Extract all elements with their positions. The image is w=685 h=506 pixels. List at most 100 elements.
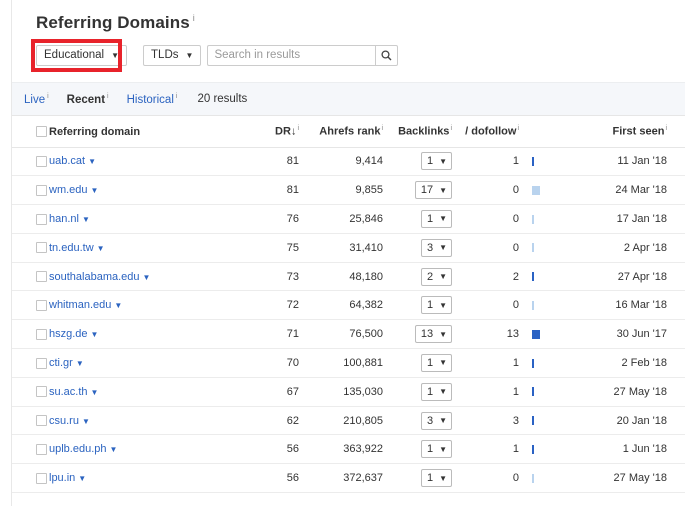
page-title-text: Referring Domains <box>36 13 190 32</box>
domain-link[interactable]: cti.gr <box>49 357 73 369</box>
domain-link[interactable]: wm.edu <box>49 184 88 196</box>
row-select-cell <box>12 319 48 350</box>
caret-down-icon[interactable]: ▼ <box>82 215 90 224</box>
table-row: csu.ru ▼ 62 210,805 3 ▼ 3 20 Jan '18 <box>12 406 685 436</box>
backlinks-dropdown[interactable]: 1 ▼ <box>420 382 452 401</box>
backlinks-dropdown[interactable]: 17 ▼ <box>414 181 452 200</box>
backlinks-dropdown[interactable]: 1 ▼ <box>420 152 452 171</box>
row-checkbox[interactable] <box>36 386 47 398</box>
domain-link[interactable]: han.nl <box>49 213 79 225</box>
row-checkbox[interactable] <box>36 357 47 369</box>
tab-historical-info-icon[interactable]: i <box>176 93 178 100</box>
col-dr[interactable]: DR↓i <box>218 117 301 148</box>
col-dofollow[interactable]: / dofollowi <box>454 117 519 148</box>
col-ahrefs-rank[interactable]: Ahrefs ranki <box>301 117 383 148</box>
col-dr-info-icon[interactable]: i <box>297 125 299 132</box>
caret-down-icon[interactable]: ▼ <box>97 244 105 253</box>
category-dropdown-label: Educational <box>44 49 105 61</box>
tab-historical[interactable]: Historical i <box>127 93 178 106</box>
caret-down-icon[interactable]: ▼ <box>91 388 99 397</box>
ahrefs-rank-value: 48,180 <box>301 262 383 292</box>
dofollow-ratio-bar <box>532 416 534 426</box>
domain-cell: uab.cat ▼ <box>48 147 218 177</box>
backlinks-dropdown[interactable]: 1 ▼ <box>420 440 452 459</box>
backlinks-dropdown[interactable]: 3 ▼ <box>420 411 452 430</box>
col-rank-info-icon[interactable]: i <box>381 125 383 132</box>
backlinks-dropdown[interactable]: 2 ▼ <box>420 267 452 286</box>
col-first-seen[interactable]: First seeni <box>559 117 685 148</box>
caret-down-icon[interactable]: ▼ <box>143 273 151 282</box>
backlinks-dropdown[interactable]: 3 ▼ <box>420 238 452 257</box>
row-checkbox[interactable] <box>36 443 47 455</box>
domain-cell: southalabama.edu ▼ <box>48 262 218 292</box>
row-checkbox[interactable] <box>36 415 47 427</box>
domain-link[interactable]: southalabama.edu <box>49 271 140 283</box>
backlinks-dropdown[interactable]: 13 ▼ <box>414 325 452 344</box>
dr-value: 70 <box>218 348 301 378</box>
col-referring-domain[interactable]: Referring domain <box>48 117 218 148</box>
select-all-checkbox[interactable] <box>36 126 47 138</box>
title-info-icon[interactable]: i <box>193 13 195 23</box>
caret-down-icon[interactable]: ▼ <box>91 330 99 339</box>
dofollow-value: 2 <box>454 262 519 292</box>
dofollow-ratio-bar <box>532 243 534 253</box>
table-row: uab.cat ▼ 81 9,414 1 ▼ 1 11 Jan '18 <box>12 147 685 177</box>
dr-value: 73 <box>218 262 301 292</box>
search-input[interactable]: Search in results <box>207 44 376 66</box>
domain-link[interactable]: hszg.de <box>49 328 88 340</box>
col-backlinks-label: Backlinks <box>398 126 450 139</box>
backlinks-value: 17 <box>420 184 434 197</box>
backlinks-cell: 2 ▼ <box>383 262 454 292</box>
domain-link[interactable]: uab.cat <box>49 155 85 167</box>
caret-down-icon[interactable]: ▼ <box>110 445 118 454</box>
backlinks-value: 1 <box>426 472 434 485</box>
tab-live[interactable]: Live i <box>24 93 49 106</box>
first-seen-value: 17 Jan '18 <box>559 204 685 234</box>
row-checkbox[interactable] <box>36 155 47 167</box>
backlinks-dropdown[interactable]: 1 ▼ <box>420 353 452 372</box>
first-seen-value: 2 Apr '18 <box>559 233 685 263</box>
row-checkbox[interactable] <box>36 299 47 311</box>
tab-live-label: Live <box>24 93 46 106</box>
col-first-seen-info-icon[interactable]: i <box>665 125 667 132</box>
table-body: uab.cat ▼ 81 9,414 1 ▼ 1 11 Jan '18 wm.edu ▼ 81 9,8… <box>12 147 685 494</box>
backlinks-dropdown[interactable]: 1 ▼ <box>420 469 452 488</box>
caret-down-icon[interactable]: ▼ <box>82 417 90 426</box>
row-checkbox[interactable] <box>36 213 47 225</box>
tab-live-info-icon[interactable]: i <box>47 93 49 100</box>
tab-recent-info-icon[interactable]: i <box>107 93 109 100</box>
row-checkbox[interactable] <box>36 472 47 484</box>
caret-down-icon: ▼ <box>439 185 447 195</box>
dofollow-bar-cell <box>519 463 559 494</box>
row-checkbox[interactable] <box>36 184 47 196</box>
domain-link[interactable]: lpu.in <box>49 472 75 484</box>
caret-down-icon[interactable]: ▼ <box>78 474 86 483</box>
tlds-dropdown-label: TLDs <box>151 49 179 61</box>
backlinks-dropdown[interactable]: 1 ▼ <box>420 296 452 315</box>
tab-recent-label: Recent <box>66 93 106 106</box>
col-dofollow-info-icon[interactable]: i <box>517 125 519 132</box>
domain-link[interactable]: su.ac.th <box>49 386 88 398</box>
tlds-dropdown[interactable]: TLDs ▼ <box>143 44 202 66</box>
caret-down-icon[interactable]: ▼ <box>88 157 96 166</box>
category-dropdown[interactable]: Educational ▼ <box>36 44 128 66</box>
search-button[interactable] <box>375 44 399 66</box>
row-checkbox[interactable] <box>36 271 47 283</box>
domain-link[interactable]: tn.edu.tw <box>49 242 94 254</box>
col-backlinks[interactable]: Backlinksi <box>383 117 454 148</box>
col-backlinks-info-icon[interactable]: i <box>450 125 452 132</box>
domain-link[interactable]: uplb.edu.ph <box>49 443 107 455</box>
row-checkbox[interactable] <box>36 328 47 340</box>
domain-link[interactable]: csu.ru <box>49 415 79 427</box>
page-title: Referring Domains i <box>36 13 195 33</box>
caret-down-icon[interactable]: ▼ <box>76 359 84 368</box>
tab-recent[interactable]: Recent i <box>67 93 109 106</box>
backlinks-cell: 1 ▼ <box>383 377 454 407</box>
backlinks-dropdown[interactable]: 1 ▼ <box>420 209 452 228</box>
caret-down-icon[interactable]: ▼ <box>114 301 122 310</box>
domain-link[interactable]: whitman.edu <box>49 299 111 311</box>
row-checkbox[interactable] <box>36 242 47 254</box>
dofollow-bar-cell <box>519 348 559 378</box>
caret-down-icon[interactable]: ▼ <box>91 186 99 195</box>
filter-row: Educational ▼ TLDs ▼ Search in results <box>31 38 399 72</box>
